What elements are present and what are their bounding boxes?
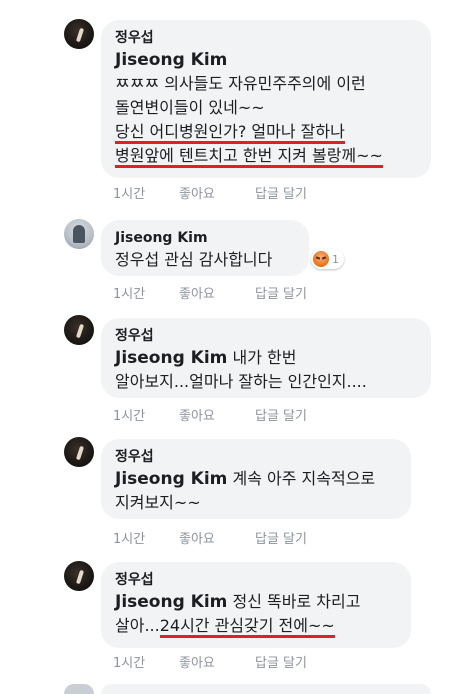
avatar[interactable]: [64, 437, 94, 467]
comment-text-line: Jiseong Kim 계속 아주 지속적으로: [115, 467, 397, 491]
timestamp[interactable]: 1시간: [113, 283, 179, 302]
reaction-count: 1: [332, 252, 339, 266]
comment-text: 계속 아주 지속적으로: [227, 469, 376, 488]
comment-text-line: 살아...24시간 관심갖기 전에~~: [115, 614, 397, 638]
comment-text-line: ㅉㅉㅉ 의사들도 자유민주주의에 이런: [115, 74, 366, 93]
avatar[interactable]: [64, 684, 94, 694]
comment-actions: 1시간 좋아요 답글 달기: [113, 283, 307, 302]
timestamp[interactable]: 1시간: [113, 183, 179, 202]
timestamp[interactable]: 1시간: [113, 405, 179, 424]
reply-button[interactable]: 답글 달기: [255, 405, 307, 424]
reply-button[interactable]: 답글 달기: [255, 528, 307, 547]
mention-tag[interactable]: Jiseong Kim: [115, 469, 227, 489]
mention-tag[interactable]: Jiseong Kim: [115, 348, 227, 368]
avatar[interactable]: [64, 219, 94, 249]
comment-text-line: Jiseong Kim 내가 한번: [115, 346, 417, 370]
reply-button[interactable]: 답글 달기: [255, 652, 307, 671]
timestamp[interactable]: 1시간: [113, 652, 179, 671]
angry-reaction-icon: [313, 251, 329, 267]
comment-actions: 1시간 좋아요 답글 달기: [113, 652, 307, 671]
underlined-text: 병원앞에 텐트치고 한번 지켜 볼랑께~~: [115, 146, 383, 168]
comment-author[interactable]: 정우섭: [115, 28, 417, 48]
comment-actions: 1시간 좋아요 답글 달기: [113, 405, 307, 424]
comment-text: 살아...: [115, 616, 160, 635]
avatar[interactable]: [64, 561, 94, 591]
comment-text: 내가 한번: [227, 348, 297, 367]
comment-text: 정신 똑바로 차리고: [227, 592, 361, 611]
comment-bubble: 정우섭 Jiseong Kim 내가 한번 알아보지...얼마나 잘하는 인간인…: [101, 318, 431, 398]
comment-text-line: 지켜보지~~: [115, 493, 201, 512]
comment-text-line: Jiseong Kim 정신 똑바로 차리고: [115, 590, 397, 614]
reply-button[interactable]: 답글 달기: [255, 283, 307, 302]
comment-bubble: 정우섭 Jiseong Kim ㅉㅉㅉ 의사들도 자유민주주의에 이런 돌연변이…: [101, 20, 431, 178]
comment-text-line: 병원앞에 텐트치고 한번 지켜 볼랑께~~: [115, 144, 417, 168]
avatar[interactable]: [64, 19, 94, 49]
like-button[interactable]: 좋아요: [179, 528, 255, 547]
comment-bubble: 정우섭 Jiseong Kim 계속 아주 지속적으로 지켜보지~~: [101, 439, 411, 519]
comment-text-line: 돌연변이들이 있네~~: [115, 98, 265, 117]
comment-bubble: Jiseong Kim 정우섭 관심 감사합니다: [101, 220, 309, 276]
mention-tag[interactable]: Jiseong Kim: [115, 48, 417, 72]
comment-author[interactable]: 정우섭: [115, 326, 417, 346]
like-button[interactable]: 좋아요: [179, 183, 255, 202]
comment-bubble: 정우섭 Jiseong Kim 정신 똑바로 차리고 살아...24시간 관심갖…: [101, 562, 411, 648]
mention-tag[interactable]: Jiseong Kim: [115, 592, 227, 612]
underlined-text: 당신 어디병원인가? 얼마나 잘하나: [115, 122, 345, 144]
underlined-text: 24시간 관심갖기 전에~~: [159, 616, 335, 638]
avatar[interactable]: [64, 315, 94, 345]
comment-author[interactable]: 정우섭: [115, 447, 397, 467]
reply-button[interactable]: 답글 달기: [255, 183, 307, 202]
comment-actions: 1시간 좋아요 답글 달기: [113, 183, 307, 202]
like-button[interactable]: 좋아요: [179, 652, 255, 671]
like-button[interactable]: 좋아요: [179, 405, 255, 424]
comment-author[interactable]: 정우섭: [115, 570, 397, 590]
comment-actions: 1시간 좋아요 답글 달기: [113, 528, 307, 547]
comment-bubble: [101, 684, 431, 694]
like-button[interactable]: 좋아요: [179, 283, 255, 302]
comment-text-line: 당신 어디병원인가? 얼마나 잘하나: [115, 120, 417, 144]
comment-text-line: 알아보지...얼마나 잘하는 인간인지....: [115, 372, 367, 391]
timestamp[interactable]: 1시간: [113, 528, 179, 547]
reaction-badge[interactable]: 1: [311, 249, 344, 269]
comment-author[interactable]: Jiseong Kim: [115, 228, 295, 248]
comment-text-line: 정우섭 관심 감사합니다: [115, 250, 273, 269]
